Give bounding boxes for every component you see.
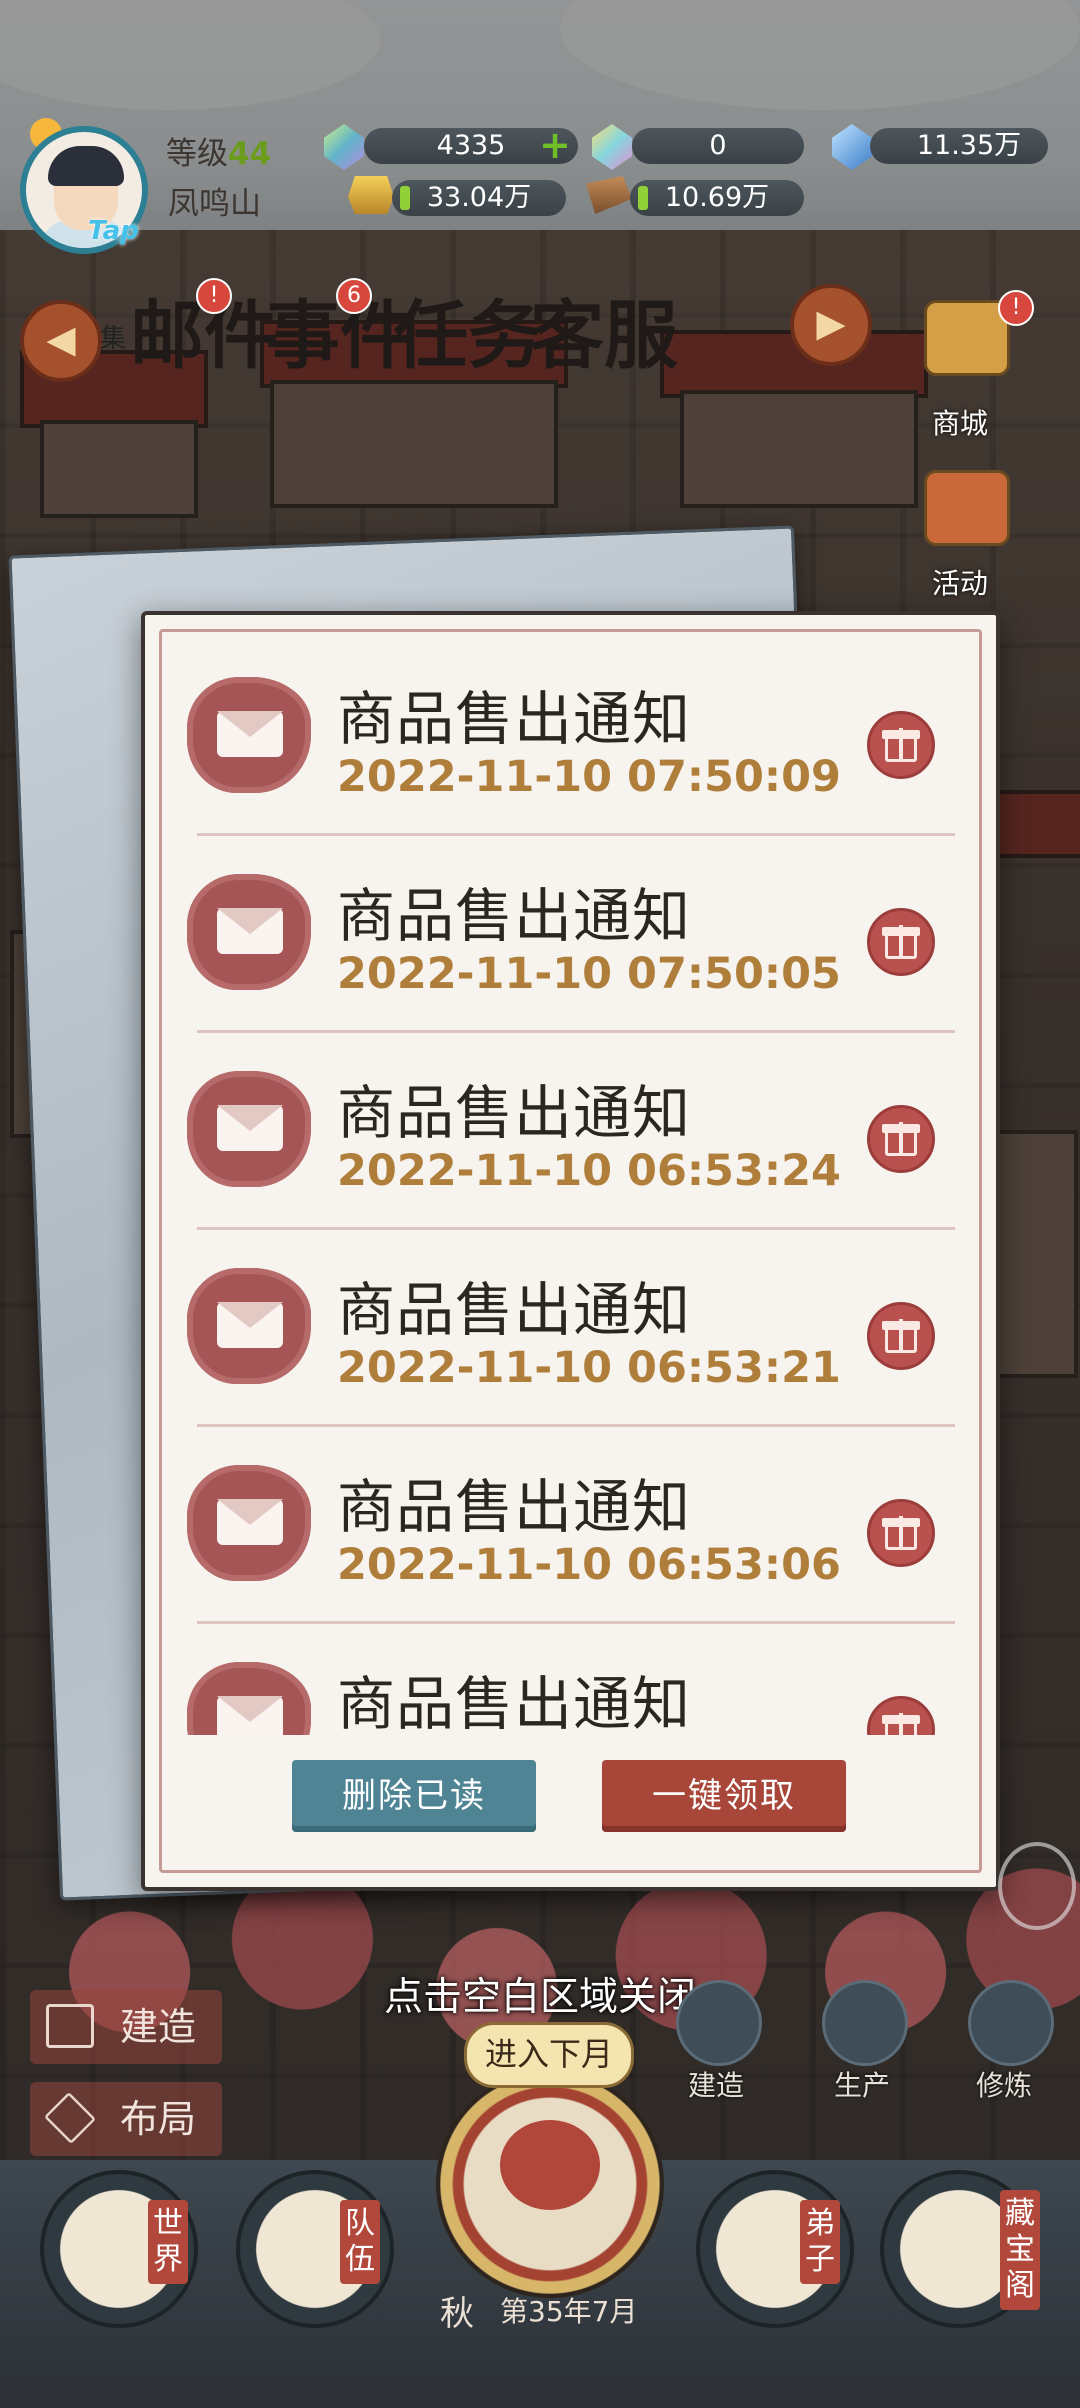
resource-value: 11.35万 (916, 130, 1022, 161)
shop-icon[interactable] (924, 300, 1010, 376)
claim-all-button[interactable]: 一键领取 (602, 1760, 846, 1832)
wheat-icon[interactable] (822, 1980, 908, 2066)
gift-icon[interactable] (867, 1302, 935, 1370)
gift-icon[interactable] (867, 908, 935, 976)
season-label: 秋 (440, 2294, 474, 2334)
season-dial[interactable] (436, 2070, 664, 2298)
gift-icon[interactable] (867, 1696, 935, 1735)
world-nav-label[interactable]: 世界 (148, 2200, 188, 2284)
mail-badge: ! (196, 278, 232, 314)
shop-label[interactable]: 商城 (932, 402, 988, 442)
layout-grid-icon (43, 2091, 97, 2145)
mail-item[interactable]: 商品售出通知 2022-11-10 06:53:21 (167, 1230, 973, 1427)
mail-title: 商品售出通知 (337, 1276, 692, 1344)
treasure-nav-label[interactable]: 藏宝阁 (1000, 2190, 1040, 2310)
avatar-tap-badge: Tap (88, 216, 139, 246)
mail-timestamp: 2022-11-10 07:50:05 (337, 949, 841, 999)
gift-icon[interactable] (867, 1499, 935, 1567)
activity-label[interactable]: 活动 (932, 562, 988, 602)
build-label: 建造 (120, 2005, 197, 2049)
mail-item[interactable]: 商品售出通知 2022-11-10 06:53:06 (167, 1427, 973, 1624)
shop-badge: ! (998, 290, 1034, 326)
mail-timestamp: 2022-11-10 07:50:09 (337, 752, 841, 802)
mail-envelope-icon (187, 677, 311, 793)
mail-panel: 商品售出通知 2022-11-10 07:50:09 商品售出通知 2022-1… (141, 611, 1000, 1891)
build-house-icon (46, 2004, 94, 2048)
mail-title: 商品售出通知 (337, 1473, 692, 1541)
gold-ingot-icon (348, 176, 394, 214)
menu-service[interactable]: 客服 (530, 276, 678, 383)
mail-item[interactable]: 商品售出通知 2022-11-10 07:50:05 (167, 836, 973, 1033)
game-date: 第35年7月 (500, 2295, 638, 2328)
mail-envelope-icon (187, 1071, 311, 1187)
resource-value: 0 (709, 130, 727, 161)
resource-gold: 33.04万 (392, 180, 566, 216)
mail-item[interactable]: 商品售出通知 (167, 1624, 973, 1735)
mail-timestamp: 2022-11-10 06:53:24 (337, 1146, 841, 1196)
team-nav-label[interactable]: 队伍 (340, 2200, 380, 2284)
mail-title: 商品售出通知 (337, 1670, 692, 1735)
level-value: 44 (228, 136, 272, 172)
mail-title: 商品售出通知 (337, 1079, 692, 1147)
add-resource-button[interactable]: + (538, 126, 572, 164)
mail-title: 商品售出通知 (337, 685, 692, 753)
level-label: 等级 (166, 136, 228, 172)
left-nav-partial-label: 集 (100, 324, 127, 354)
layout-label: 布局 (120, 2097, 197, 2141)
resource-value: 10.69万 (664, 182, 770, 213)
hammer-icon[interactable] (676, 1980, 762, 2066)
mail-timestamp: 2022-11-10 06:53:21 (337, 1343, 841, 1393)
resource-rainbow-jade: 0 (632, 128, 804, 164)
sect-name: 凤鸣山 (168, 186, 261, 222)
mail-item[interactable]: 商品售出通知 2022-11-10 07:50:09 (167, 639, 973, 836)
gift-icon[interactable] (867, 1105, 935, 1173)
mail-envelope-icon (187, 1662, 311, 1735)
production-tool-label[interactable]: 生产 (834, 2064, 890, 2104)
layout-mode-button[interactable]: 布局 (30, 2082, 222, 2156)
mail-item[interactable]: 商品售出通知 2022-11-10 06:53:24 (167, 1033, 973, 1230)
level-display: 等级44 (166, 128, 271, 173)
mail-envelope-icon (187, 1268, 311, 1384)
next-month-button[interactable]: 进入下月 (464, 2022, 634, 2088)
scroll-arrow-icon (998, 1842, 1076, 1930)
right-arrow-button[interactable]: ▶ (790, 284, 872, 366)
menu-tasks[interactable]: 任务 (394, 276, 542, 383)
left-arrow-button[interactable]: ◀ (20, 300, 102, 382)
resource-value: 33.04万 (426, 182, 532, 213)
cultivate-icon[interactable] (968, 1980, 1054, 2066)
gift-icon[interactable] (867, 711, 935, 779)
mail-timestamp: 2022-11-10 06:53:06 (337, 1540, 841, 1590)
resource-wood: 10.69万 (630, 180, 804, 216)
mail-list[interactable]: 商品售出通知 2022-11-10 07:50:09 商品售出通知 2022-1… (167, 639, 973, 1735)
resource-blue-stone: 11.35万 (870, 128, 1048, 164)
mail-title: 商品售出通知 (337, 882, 692, 950)
mail-envelope-icon (187, 1465, 311, 1581)
activity-icon[interactable] (924, 470, 1010, 546)
build-mode-button[interactable]: 建造 (30, 1990, 222, 2064)
maple-tree-icon (500, 2120, 600, 2210)
delete-read-button[interactable]: 删除已读 (292, 1760, 536, 1832)
build-tool-label[interactable]: 建造 (688, 2064, 744, 2104)
mail-envelope-icon (187, 874, 311, 990)
events-badge: 6 (336, 278, 372, 314)
cultivate-tool-label[interactable]: 修炼 (976, 2064, 1032, 2104)
disciple-nav-label[interactable]: 弟子 (800, 2200, 840, 2284)
